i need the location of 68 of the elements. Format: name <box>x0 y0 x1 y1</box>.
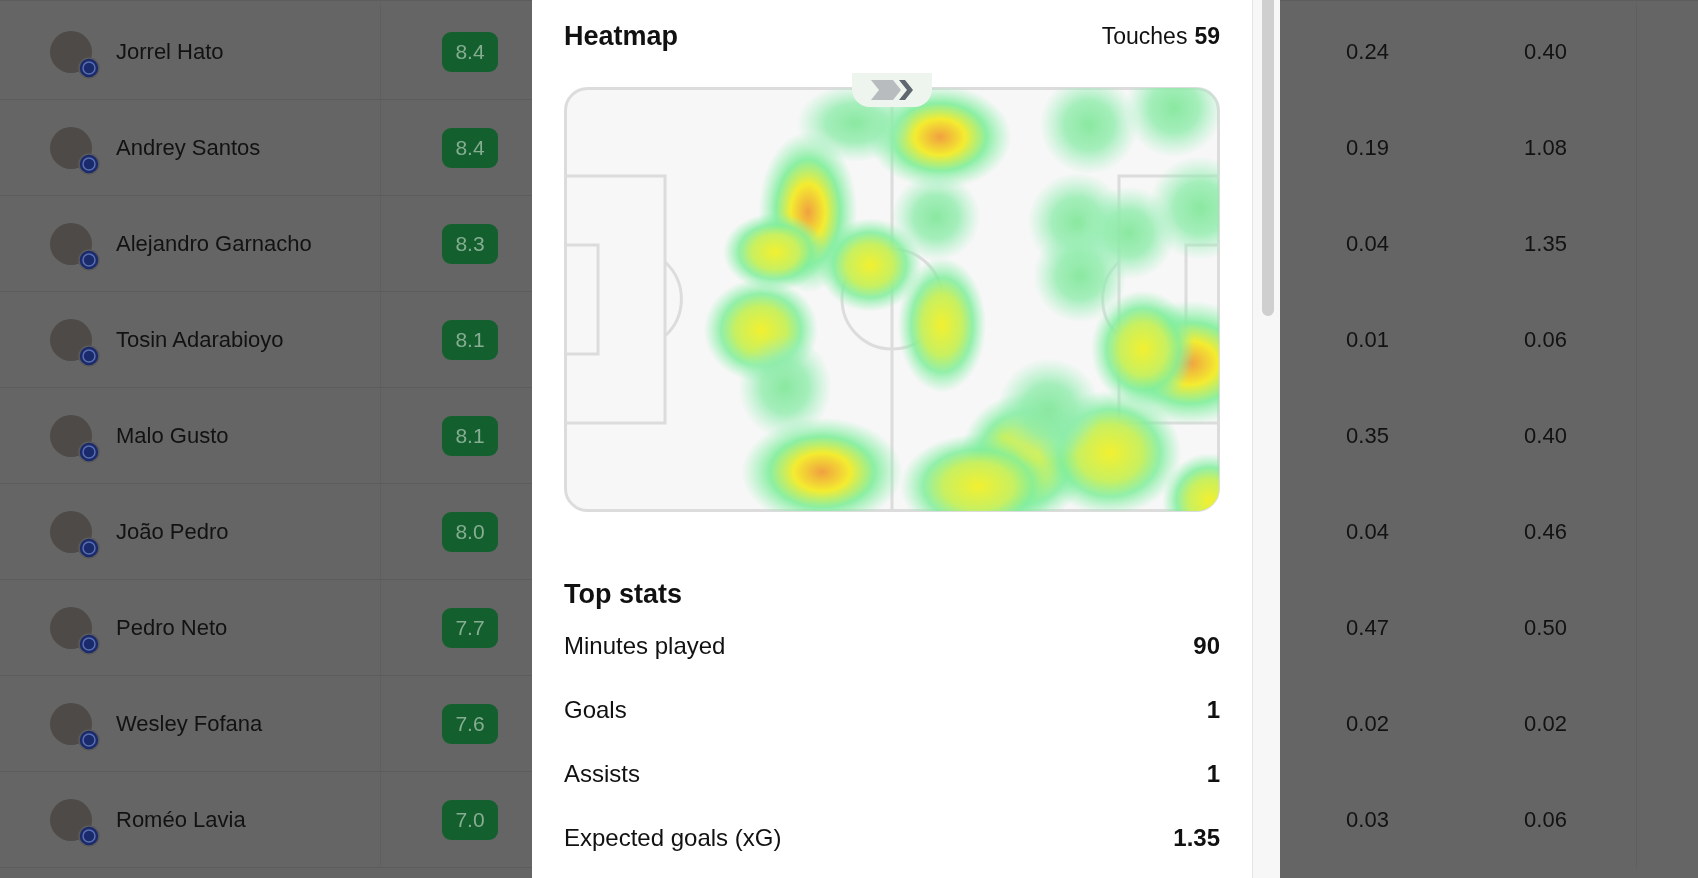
rating-badge: 8.4 <box>442 127 498 168</box>
player-name[interactable]: Andrey Santos <box>116 134 336 161</box>
stat-label: Goals <box>564 696 627 724</box>
player-name[interactable]: Jorrel Hato <box>116 38 336 65</box>
player-name[interactable]: Roméo Lavia <box>116 806 336 833</box>
table-cell-text: 0.01 <box>1345 327 1390 353</box>
table-cell-text: 0.40 <box>1523 39 1568 65</box>
player-name[interactable]: Malo Gusto <box>116 422 336 449</box>
stat-label: Minutes played <box>564 632 726 660</box>
rating-badge: 8.3 <box>442 223 498 264</box>
rating-badge: 8.1 <box>442 319 498 360</box>
stat-value: 1 <box>1206 760 1220 788</box>
club-badge-icon <box>78 440 100 463</box>
player-avatar <box>50 318 92 361</box>
touches-value: 59 <box>1194 22 1220 50</box>
club-badge-icon <box>78 824 100 847</box>
rating-badge: 7.0 <box>442 799 498 840</box>
player-avatar <box>50 30 92 73</box>
table-cell-text: 0.35 <box>1345 423 1390 449</box>
player-name[interactable]: João Pedro <box>116 518 336 545</box>
player-avatar <box>50 126 92 169</box>
table-cell-text: 0.46 <box>1523 519 1568 545</box>
player-avatar <box>50 510 92 553</box>
table-cell-text: 0.03 <box>1345 807 1390 833</box>
rating-badge: 8.0 <box>442 511 498 552</box>
player-name[interactable]: Alejandro Garnacho <box>116 230 336 257</box>
player-avatar <box>50 798 92 841</box>
table-cell-text: 1.35 <box>1523 231 1568 257</box>
stat-label: Assists <box>564 760 640 788</box>
player-name[interactable]: Pedro Neto <box>116 614 336 641</box>
player-name[interactable]: Tosin Adarabioyo <box>116 326 336 353</box>
rating-badge: 8.1 <box>442 415 498 456</box>
table-cell-text: 0.02 <box>1345 711 1390 737</box>
club-badge-icon <box>78 728 100 751</box>
club-badge-icon <box>78 344 100 367</box>
table-cell-text: 0.24 <box>1345 39 1390 65</box>
table-cell-text: 0.40 <box>1523 423 1568 449</box>
stat-label: Expected goals (xG) <box>564 824 782 852</box>
table-cell-text: 0.04 <box>1345 519 1390 545</box>
table-cell-text: 0.04 <box>1345 231 1390 257</box>
stat-value: 1 <box>1206 696 1220 724</box>
stat-value: 90 <box>1193 632 1220 660</box>
player-avatar <box>50 222 92 265</box>
player-avatar <box>50 606 92 649</box>
rating-badge: 7.6 <box>442 703 498 744</box>
player-name[interactable]: Wesley Fofana <box>116 710 336 737</box>
club-badge-icon <box>78 536 100 559</box>
rating-badge: 8.4 <box>442 31 498 72</box>
club-badge-icon <box>78 56 100 79</box>
player-avatar <box>50 702 92 745</box>
top-stats-title: Top stats <box>564 578 682 610</box>
table-cell-text: 1.08 <box>1523 135 1568 161</box>
double-chevron-icon <box>869 78 915 102</box>
club-badge-icon <box>78 248 100 271</box>
rating-badge: 7.7 <box>442 607 498 648</box>
table-cell-text: 0.50 <box>1523 615 1568 641</box>
touches-label: Touches <box>1101 22 1188 50</box>
table-cell-text: 0.06 <box>1523 807 1568 833</box>
heatmap-title: Heatmap <box>564 20 679 52</box>
player-avatar <box>50 414 92 457</box>
club-badge-icon <box>78 632 100 655</box>
scrollbar-thumb[interactable] <box>1262 0 1274 316</box>
table-cell-text: 0.02 <box>1523 711 1568 737</box>
table-cell-text: 0.47 <box>1345 615 1390 641</box>
table-cell-text: 0.06 <box>1523 327 1568 353</box>
club-badge-icon <box>78 152 100 175</box>
stat-value: 1.35 <box>1173 824 1220 852</box>
table-cell-text: 0.19 <box>1345 135 1390 161</box>
